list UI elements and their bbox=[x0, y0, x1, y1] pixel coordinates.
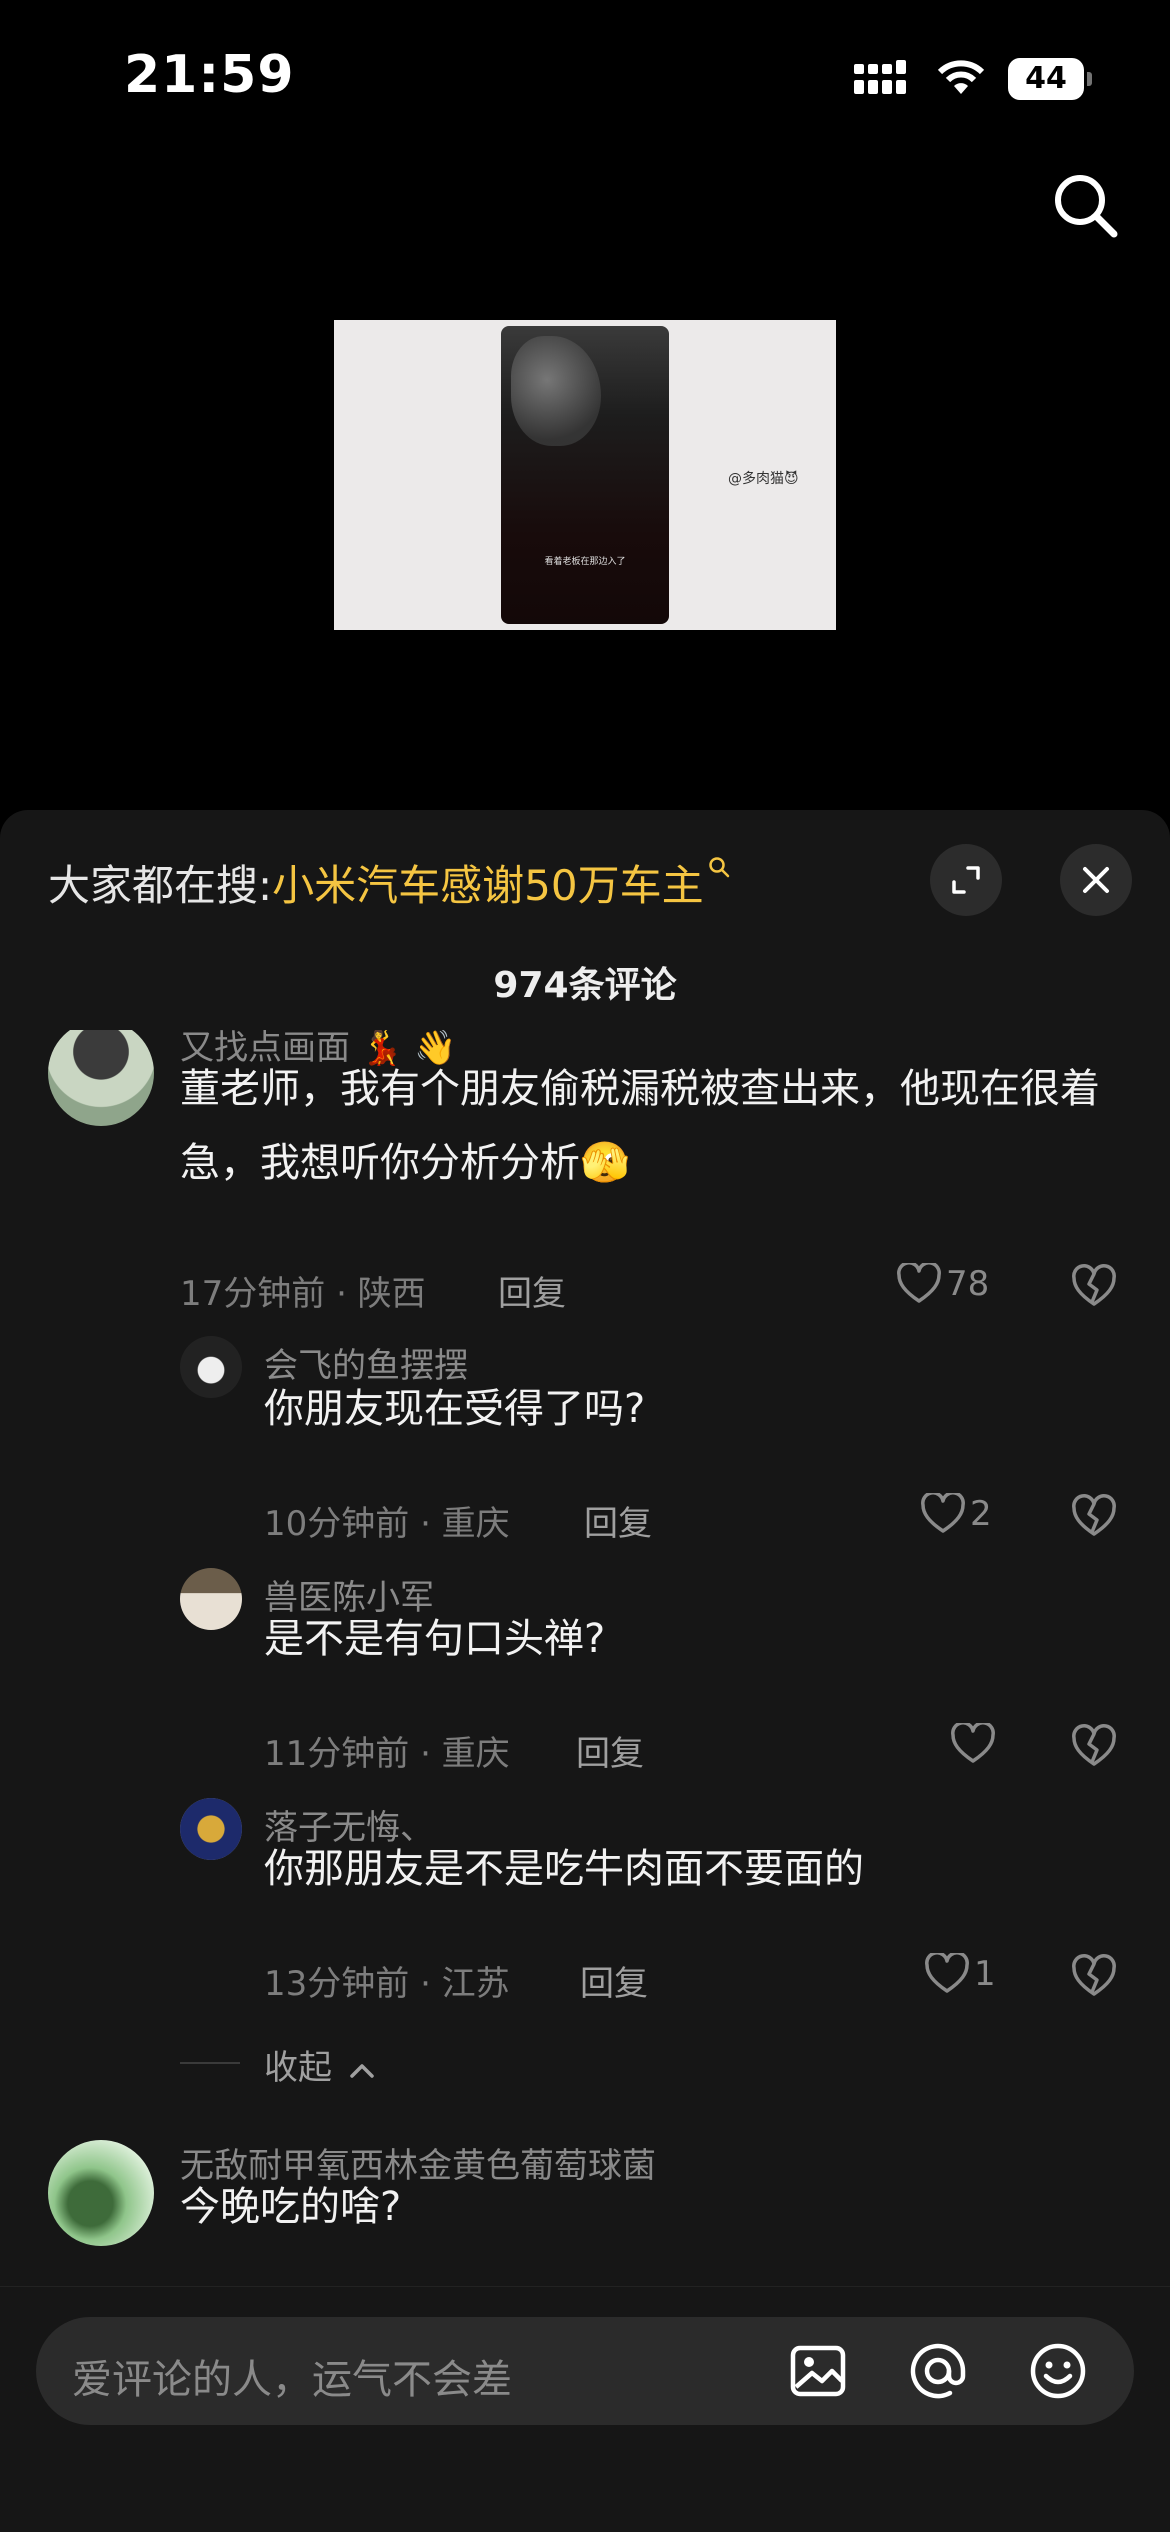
reply-button[interactable]: 回复 bbox=[498, 1266, 566, 1315]
close-icon bbox=[1083, 867, 1109, 893]
comment-meta: 17分钟前 · 陕西 bbox=[180, 1274, 426, 1314]
collapse-replies-button[interactable]: 收起 bbox=[264, 2040, 375, 2089]
like-button[interactable] bbox=[950, 1722, 1000, 1770]
close-button[interactable] bbox=[1060, 844, 1132, 916]
like-button[interactable]: 2 bbox=[920, 1492, 992, 1540]
comment-input-placeholder: 爱评论的人，运气不会差 bbox=[72, 2357, 512, 2403]
reply-meta: 10分钟前 · 重庆 bbox=[264, 1504, 510, 1544]
status-bar: 21:59 44 bbox=[0, 0, 1170, 150]
image-icon[interactable] bbox=[788, 2341, 848, 2401]
like-count: 2 bbox=[970, 1493, 992, 1534]
reply-meta: 13分钟前 · 江苏 bbox=[264, 1964, 510, 2004]
expand-icon bbox=[952, 866, 980, 894]
avatar[interactable] bbox=[48, 2140, 154, 2246]
comment-input[interactable]: 爱评论的人，运气不会差 bbox=[36, 2317, 1134, 2425]
video-content bbox=[511, 336, 601, 446]
reply-button[interactable]: 回复 bbox=[576, 1726, 644, 1775]
reply-meta: 11分钟前 · 重庆 bbox=[264, 1734, 510, 1774]
battery-tip bbox=[1087, 72, 1092, 86]
video-phone-frame: 看着老板在那边入了 bbox=[501, 326, 669, 624]
reply-button[interactable]: 回复 bbox=[584, 1496, 652, 1545]
battery-level: 44 bbox=[1008, 58, 1084, 100]
collapse-divider bbox=[180, 2062, 240, 2064]
broken-heart-icon[interactable] bbox=[1070, 1494, 1118, 1540]
heart-icon bbox=[925, 1952, 969, 1993]
chevron-up-icon bbox=[350, 2063, 374, 2078]
like-button[interactable]: 78 bbox=[896, 1262, 989, 1310]
heart-icon bbox=[897, 1262, 941, 1303]
avatar[interactable] bbox=[48, 1030, 154, 1126]
at-icon[interactable] bbox=[908, 2341, 968, 2401]
avatar[interactable] bbox=[180, 1798, 242, 1860]
broken-heart-icon[interactable] bbox=[1070, 1954, 1118, 2000]
comment-count: 974条评论 bbox=[493, 965, 677, 1006]
like-count: 78 bbox=[946, 1263, 990, 1304]
video-handle: @多肉猫😈 bbox=[728, 471, 799, 487]
collapse-label: 收起 bbox=[264, 2048, 332, 2088]
video-thumbnail[interactable]: 看着老板在那边入了 @多肉猫😈 bbox=[334, 320, 836, 630]
heart-icon bbox=[921, 1492, 965, 1533]
reply-text[interactable]: 是不是有句口头禅? bbox=[264, 1602, 1084, 1676]
reply-text[interactable]: 你朋友现在受得了吗? bbox=[264, 1372, 1084, 1446]
search-icon[interactable] bbox=[1050, 170, 1120, 240]
comment-text[interactable]: 今晚吃的啥? bbox=[180, 2170, 1080, 2244]
avatar[interactable] bbox=[180, 1336, 242, 1398]
hot-search-prefix: 大家都在搜: bbox=[48, 861, 273, 910]
status-time: 21:59 bbox=[124, 45, 295, 105]
reply-text[interactable]: 你那朋友是不是吃牛肉面不要面的 bbox=[264, 1832, 1084, 1906]
hot-search-link[interactable]: 大家都在搜:小米汽车感谢50万车主 bbox=[48, 852, 730, 913]
screen: 21:59 44 看着老板在那边入了 @多肉猫😈 大家都在搜:小米汽车感谢50万… bbox=[0, 0, 1170, 2532]
battery-icon: 44 bbox=[1008, 58, 1092, 100]
comment-text[interactable]: 董老师，我有个朋友偷税漏税被查出来，他现在很着急，我想听你分析分析🫣 bbox=[180, 1052, 1120, 1200]
emoji-icon[interactable] bbox=[1028, 2341, 1088, 2401]
reply-button[interactable]: 回复 bbox=[580, 1956, 648, 2005]
hot-search-keyword[interactable]: 小米汽车感谢50万车主 bbox=[272, 861, 703, 910]
like-button[interactable]: 1 bbox=[924, 1952, 996, 2000]
comment-sheet: 大家都在搜:小米汽车感谢50万车主 974条评论 又找点画面 💃 👋 董老师，我… bbox=[0, 810, 1170, 2532]
like-count: 1 bbox=[974, 1953, 996, 1994]
wifi-icon bbox=[937, 60, 985, 94]
heart-icon bbox=[951, 1722, 995, 1763]
video-caption: 看着老板在那边入了 bbox=[544, 557, 626, 567]
avatar[interactable] bbox=[180, 1568, 242, 1630]
comment-list[interactable]: 又找点画面 💃 👋 董老师，我有个朋友偷税漏税被查出来，他现在很着急，我想听你分… bbox=[0, 1030, 1170, 2100]
broken-heart-icon[interactable] bbox=[1070, 1264, 1118, 1310]
comment-input-bar: 爱评论的人，运气不会差 bbox=[0, 2286, 1170, 2532]
broken-heart-icon[interactable] bbox=[1070, 1724, 1118, 1770]
mini-search-icon bbox=[708, 857, 729, 878]
expand-button[interactable] bbox=[930, 844, 1002, 916]
signal-icon bbox=[854, 60, 906, 94]
